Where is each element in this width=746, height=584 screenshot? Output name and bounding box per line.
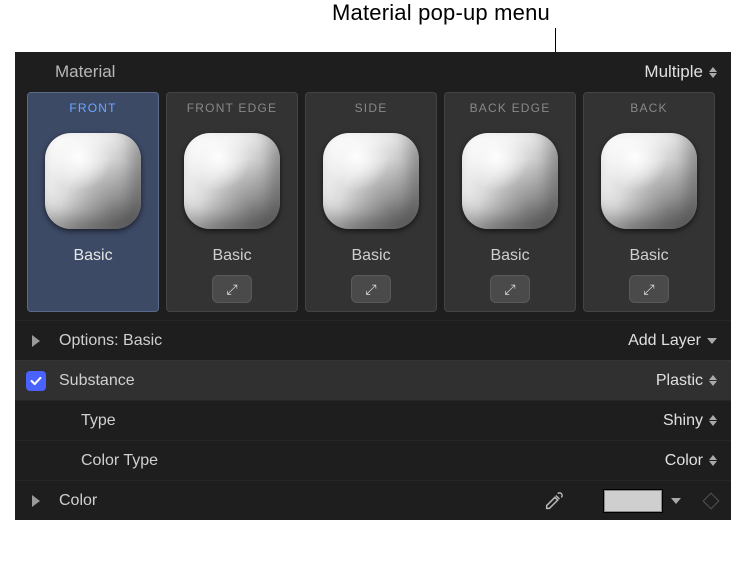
expand-arrows-icon: ⤢ <box>643 282 654 296</box>
type-value: Shiny <box>663 412 703 430</box>
options-label: Options: Basic <box>59 332 162 350</box>
chevron-right-icon <box>32 495 40 507</box>
callout-label: Material pop-up menu <box>250 0 550 26</box>
rounded-cube-icon <box>601 133 697 229</box>
checkmark-icon <box>29 374 43 388</box>
color-label: Color <box>59 492 97 510</box>
rounded-cube-icon <box>323 133 419 229</box>
facet-material-name: Basic <box>73 247 112 265</box>
chevron-down-icon <box>707 338 717 344</box>
add-layer-popup[interactable]: Add Layer <box>628 332 717 350</box>
material-preview <box>172 121 292 241</box>
expand-arrows-icon: ⤢ <box>504 282 515 296</box>
facet-title-label: BACK <box>630 93 667 121</box>
facet-front[interactable]: FRONT Basic <box>27 92 159 312</box>
updown-arrows-icon <box>709 415 717 426</box>
substance-label: Substance <box>59 372 135 390</box>
eyedropper-icon[interactable] <box>543 490 565 512</box>
facet-expand-button[interactable]: ⤢ <box>212 275 252 303</box>
material-preview <box>589 121 709 241</box>
chevron-down-icon[interactable] <box>671 498 681 504</box>
add-layer-label: Add Layer <box>628 332 701 350</box>
rounded-cube-icon <box>184 133 280 229</box>
material-preview <box>33 121 153 241</box>
disclosure-toggle[interactable] <box>25 335 47 347</box>
material-inspector-panel: Material Multiple FRONT Basic FRONT EDGE… <box>15 52 731 520</box>
rounded-cube-icon <box>45 133 141 229</box>
material-header-row: Material Multiple <box>15 52 731 92</box>
updown-arrows-icon <box>709 455 717 466</box>
facet-expand-button[interactable]: ⤢ <box>490 275 530 303</box>
facet-back-edge[interactable]: BACK EDGE Basic ⤢ <box>444 92 576 312</box>
facet-selector-row: FRONT Basic FRONT EDGE Basic ⤢ SIDE Basi… <box>15 92 731 320</box>
material-popup-value: Multiple <box>644 62 703 82</box>
type-popup[interactable]: Shiny <box>663 412 717 430</box>
chevron-right-icon <box>32 335 40 347</box>
facet-material-name: Basic <box>212 247 251 265</box>
substance-row: Substance Plastic <box>15 360 731 400</box>
facet-title-label: SIDE <box>355 93 388 121</box>
keyframe-diamond-icon[interactable] <box>703 492 720 509</box>
type-row: Type Shiny <box>15 400 731 440</box>
facet-material-name: Basic <box>490 247 529 265</box>
facet-material-name: Basic <box>629 247 668 265</box>
substance-popup[interactable]: Plastic <box>656 372 717 390</box>
material-popup-menu[interactable]: Multiple <box>644 62 717 82</box>
updown-arrows-icon <box>709 67 717 78</box>
options-row: Options: Basic Add Layer <box>15 320 731 360</box>
substance-checkbox[interactable] <box>26 371 46 391</box>
color-row: Color <box>15 480 731 520</box>
facet-back[interactable]: BACK Basic ⤢ <box>583 92 715 312</box>
facet-expand-button[interactable]: ⤢ <box>351 275 391 303</box>
expand-arrows-icon: ⤢ <box>365 282 376 296</box>
facet-front-edge[interactable]: FRONT EDGE Basic ⤢ <box>166 92 298 312</box>
material-title-label: Material <box>55 62 115 82</box>
facet-side[interactable]: SIDE Basic ⤢ <box>305 92 437 312</box>
facet-title-label: FRONT EDGE <box>187 93 277 121</box>
substance-value: Plastic <box>656 372 703 390</box>
disclosure-toggle[interactable] <box>25 495 47 507</box>
facet-material-name: Basic <box>351 247 390 265</box>
updown-arrows-icon <box>709 375 717 386</box>
color-type-value: Color <box>665 452 703 470</box>
material-preview <box>450 121 570 241</box>
facet-title-label: FRONT <box>69 93 116 121</box>
color-type-label: Color Type <box>81 452 158 470</box>
color-type-row: Color Type Color <box>15 440 731 480</box>
callout-area: Material pop-up menu <box>0 0 746 52</box>
expand-arrows-icon: ⤢ <box>226 282 237 296</box>
facet-title-label: BACK EDGE <box>470 93 551 121</box>
material-preview <box>311 121 431 241</box>
type-label: Type <box>81 412 116 430</box>
facet-expand-button[interactable]: ⤢ <box>629 275 669 303</box>
rounded-cube-icon <box>462 133 558 229</box>
color-swatch[interactable] <box>603 489 663 513</box>
color-type-popup[interactable]: Color <box>665 452 717 470</box>
